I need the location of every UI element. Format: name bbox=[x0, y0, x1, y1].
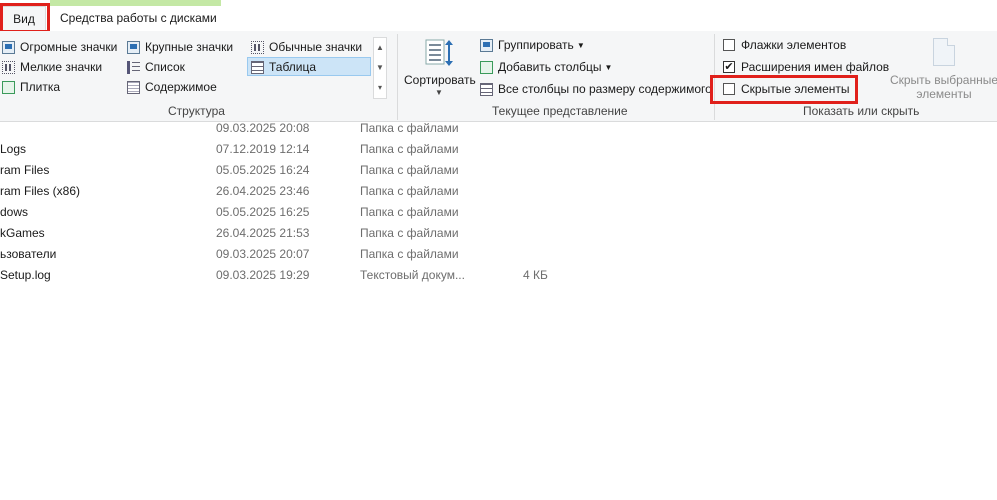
current-view-group-label: Текущее представление bbox=[492, 104, 628, 118]
highlight-hidden-items bbox=[710, 75, 858, 104]
add-columns-button[interactable]: Добавить столбцы ▼ bbox=[480, 60, 612, 74]
layout-gallery-scroller[interactable]: ▲ ▼ ▾ bbox=[373, 37, 387, 99]
hide-selected-icon[interactable] bbox=[933, 38, 955, 66]
layout-small-icons-label: Мелкие значки bbox=[20, 60, 103, 74]
file-name: Setup.log bbox=[0, 268, 51, 282]
layout-huge-icons-label: Огромные значки bbox=[20, 40, 118, 54]
show-hide-group-label: Показать или скрыть bbox=[803, 104, 920, 118]
file-type: Папка с файлами bbox=[360, 226, 459, 240]
file-date: 09.03.2025 20:07 bbox=[216, 247, 310, 261]
file-type: Папка с файлами bbox=[360, 184, 459, 198]
file-extensions-label: Расширения имен файлов bbox=[741, 60, 890, 74]
file-name: dows bbox=[0, 205, 29, 219]
layout-medium-icons[interactable]: Обычные значки bbox=[251, 40, 362, 54]
file-date: 26.04.2025 21:53 bbox=[216, 226, 310, 240]
file-type: Папка с файлами bbox=[360, 205, 459, 219]
layout-tiles-label: Плитка bbox=[20, 80, 61, 94]
item-checkboxes-checkbox[interactable] bbox=[723, 39, 735, 51]
file-date: 05.05.2025 16:24 bbox=[216, 163, 310, 177]
sort-by-dropdown-icon[interactable]: ▼ bbox=[435, 88, 443, 97]
layout-list[interactable]: Список bbox=[127, 60, 185, 74]
file-type: Папка с файлами bbox=[360, 163, 459, 177]
tab-disk-tools-label: Средства работы с дисками bbox=[60, 11, 217, 25]
file-size: 4 КБ bbox=[523, 268, 548, 282]
details-icon bbox=[251, 60, 264, 74]
file-row[interactable]: Logs 07.12.2019 12:14 Папка с файлами bbox=[0, 142, 700, 163]
hide-selected-label-line2: элементы bbox=[916, 87, 972, 101]
add-columns-icon bbox=[480, 60, 493, 74]
layout-content-label: Содержимое bbox=[145, 80, 217, 94]
group-by-dropdown-icon: ▼ bbox=[576, 40, 585, 50]
file-date: 07.12.2019 12:14 bbox=[216, 142, 310, 156]
layout-small-icons[interactable]: Мелкие значки bbox=[2, 60, 102, 74]
sort-by-button[interactable]: Сортировать bbox=[404, 73, 476, 87]
file-name: ьзователи bbox=[0, 247, 57, 261]
layout-details[interactable]: Таблица bbox=[251, 60, 316, 74]
layout-list-label: Список bbox=[145, 60, 185, 74]
file-type: Папка с файлами bbox=[360, 142, 459, 156]
file-date: 05.05.2025 16:25 bbox=[216, 205, 310, 219]
group-separator bbox=[397, 34, 398, 120]
layout-huge-icons[interactable]: Огромные значки bbox=[2, 40, 117, 54]
layout-content[interactable]: Содержимое bbox=[127, 80, 217, 94]
gallery-more-icon[interactable]: ▾ bbox=[374, 78, 386, 98]
file-extensions-toggle[interactable]: ✔ Расширения имен файлов bbox=[723, 60, 889, 74]
hide-selected-label-line1: Скрыть выбранные bbox=[889, 73, 997, 87]
file-name: kGames bbox=[0, 226, 45, 240]
group-by-icon bbox=[480, 38, 493, 52]
list-icon bbox=[127, 60, 140, 74]
tab-disk-tools-accent bbox=[50, 0, 221, 6]
group-by-button[interactable]: Группировать ▼ bbox=[480, 38, 585, 52]
group-by-label: Группировать bbox=[498, 38, 574, 52]
file-row[interactable]: 09.03.2025 20:08 Папка с файлами bbox=[0, 121, 700, 142]
file-row[interactable]: ram Files 05.05.2025 16:24 Папка с файла… bbox=[0, 163, 700, 184]
item-checkboxes-toggle[interactable]: Флажки элементов bbox=[723, 38, 846, 52]
medium-icons-icon bbox=[251, 40, 264, 54]
file-row[interactable]: ьзователи 09.03.2025 20:07 Папка с файла… bbox=[0, 247, 700, 268]
file-extensions-checkbox[interactable]: ✔ bbox=[723, 61, 735, 73]
add-columns-label: Добавить столбцы bbox=[498, 60, 602, 74]
gallery-down-icon[interactable]: ▼ bbox=[374, 58, 386, 78]
layout-group-label: Структура bbox=[168, 104, 225, 118]
huge-icons-icon bbox=[2, 40, 15, 54]
file-row[interactable]: kGames 26.04.2025 21:53 Папка с файлами bbox=[0, 226, 700, 247]
file-type: Текстовый докум... bbox=[360, 268, 465, 282]
file-type: Папка с файлами bbox=[360, 121, 459, 135]
ribbon-tab-bar: Вид Средства работы с дисками bbox=[0, 0, 997, 32]
highlight-tab-view bbox=[0, 3, 50, 33]
file-date: 26.04.2025 23:46 bbox=[216, 184, 310, 198]
file-row[interactable]: ram Files (x86) 26.04.2025 23:46 Папка с… bbox=[0, 184, 700, 205]
layout-medium-icons-label: Обычные значки bbox=[269, 40, 363, 54]
file-name: ram Files bbox=[0, 163, 50, 177]
file-type: Папка с файлами bbox=[360, 247, 459, 261]
file-name: ram Files (x86) bbox=[0, 184, 81, 198]
item-checkboxes-label: Флажки элементов bbox=[741, 38, 847, 52]
layout-large-icons[interactable]: Крупные значки bbox=[127, 40, 233, 54]
file-row[interactable]: dows 05.05.2025 16:25 Папка с файлами bbox=[0, 205, 700, 226]
content-icon bbox=[127, 80, 140, 94]
tiles-icon bbox=[2, 80, 15, 94]
large-icons-icon bbox=[127, 40, 140, 54]
add-columns-dropdown-icon: ▼ bbox=[604, 62, 613, 72]
file-name: Logs bbox=[0, 142, 27, 156]
layout-details-label: Таблица bbox=[269, 60, 317, 74]
file-date: 09.03.2025 19:29 bbox=[216, 268, 310, 282]
size-all-columns-button[interactable]: Все столбцы по размеру содержимого bbox=[480, 82, 712, 96]
layout-tiles[interactable]: Плитка bbox=[2, 80, 60, 94]
layout-large-icons-label: Крупные значки bbox=[145, 40, 234, 54]
small-icons-icon bbox=[2, 60, 15, 74]
file-date: 09.03.2025 20:08 bbox=[216, 121, 310, 135]
size-columns-icon bbox=[480, 82, 493, 96]
tab-disk-tools[interactable]: Средства работы с дисками bbox=[50, 0, 221, 31]
size-all-columns-label: Все столбцы по размеру содержимого bbox=[498, 82, 712, 96]
gallery-up-icon[interactable]: ▲ bbox=[374, 38, 386, 58]
hide-selected-button[interactable]: Скрыть выбранные элементы bbox=[882, 73, 997, 101]
sort-by-icon[interactable] bbox=[424, 38, 454, 68]
file-row[interactable]: Setup.log 09.03.2025 19:29 Текстовый док… bbox=[0, 268, 700, 289]
